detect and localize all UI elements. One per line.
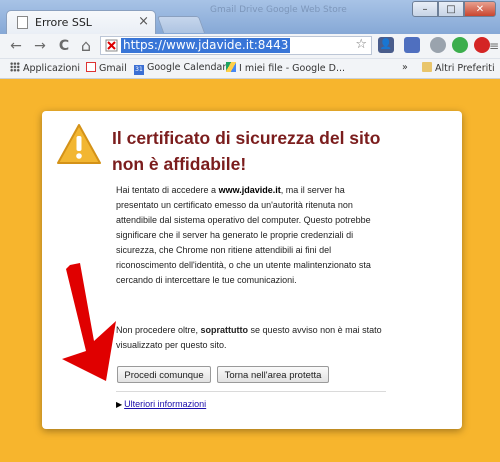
expand-arrow-icon[interactable]: ▶: [116, 400, 122, 409]
divider: [116, 391, 386, 392]
error-description: Hai tentato di accedere a www.jdavide.it…: [116, 185, 371, 285]
drive-icon: [226, 62, 236, 72]
gmail-icon: [86, 62, 96, 72]
close-window-button[interactable]: ✕: [464, 1, 496, 17]
more-info-link[interactable]: Ulteriori informazioni: [124, 399, 206, 409]
person-extension-icon[interactable]: 👤: [378, 37, 394, 53]
apps-grid-icon: [10, 62, 20, 72]
title-bar: Errore SSL × Gmail Drive Google Web Stor…: [0, 0, 500, 35]
bookmark-apps[interactable]: Applicazioni: [10, 62, 80, 74]
forward-button[interactable]: →: [30, 36, 50, 56]
address-bar[interactable]: https://www.jdavide.it:8443 ☆: [100, 36, 372, 55]
back-button[interactable]: ←: [6, 36, 26, 56]
bookmark-drive[interactable]: I miei file - Google D...: [226, 62, 345, 74]
maximize-button[interactable]: □: [438, 1, 464, 17]
tab-title: Errore SSL: [35, 16, 92, 29]
bookmark-star-icon[interactable]: ☆: [355, 37, 367, 52]
proceed-anyway-button[interactable]: Procedi comunque: [117, 366, 211, 383]
warning-advice: Non procedere oltre, soprattutto se ques…: [116, 325, 382, 350]
more-info-toggle[interactable]: ▶ Ulteriori informazioni: [116, 399, 206, 409]
page-icon: [17, 16, 28, 29]
minimize-button[interactable]: –: [412, 1, 438, 17]
security-error-icon[interactable]: [105, 39, 118, 52]
warning-triangle-icon: [57, 124, 101, 164]
tab-close-icon[interactable]: ×: [138, 14, 149, 29]
chat-extension-icon[interactable]: [430, 37, 446, 53]
error-heading: Il certificato di sicurezza del sito non…: [112, 128, 381, 174]
folder-icon: [422, 62, 432, 72]
page-content: Il certificato di sicurezza del sito non…: [0, 79, 500, 462]
bookmark-other[interactable]: Altri Preferiti: [422, 62, 495, 74]
menu-icon[interactable]: ≡: [488, 36, 500, 56]
new-tab-button[interactable]: [156, 16, 206, 33]
green-extension-icon[interactable]: [452, 37, 468, 53]
bookmarks-overflow[interactable]: »: [402, 62, 408, 73]
domain-name: www.jdavide.it: [218, 185, 281, 195]
tab-errore-ssl[interactable]: Errore SSL ×: [6, 10, 156, 35]
reload-button[interactable]: C: [54, 36, 74, 56]
background-tab-text: Gmail Drive Google Web Store: [210, 5, 347, 15]
calendar-icon: 31: [134, 65, 144, 75]
bookmark-google-calendar[interactable]: 31 Google Calendar: [134, 62, 226, 75]
extension-icon[interactable]: [404, 37, 420, 53]
bookmark-gmail[interactable]: Gmail: [86, 62, 127, 74]
url-text[interactable]: https://www.jdavide.it:8443: [121, 38, 291, 53]
home-button[interactable]: ⌂: [76, 36, 96, 56]
red-annotation-arrow: [62, 263, 116, 381]
back-to-safety-button[interactable]: Torna nell'area protetta: [217, 366, 329, 383]
toolbar: ← → C ⌂ https://www.jdavide.it:8443 ☆ 👤 …: [0, 34, 500, 59]
bookmarks-bar: Applicazioni Gmail 31 Google Calendar I m…: [0, 59, 500, 79]
